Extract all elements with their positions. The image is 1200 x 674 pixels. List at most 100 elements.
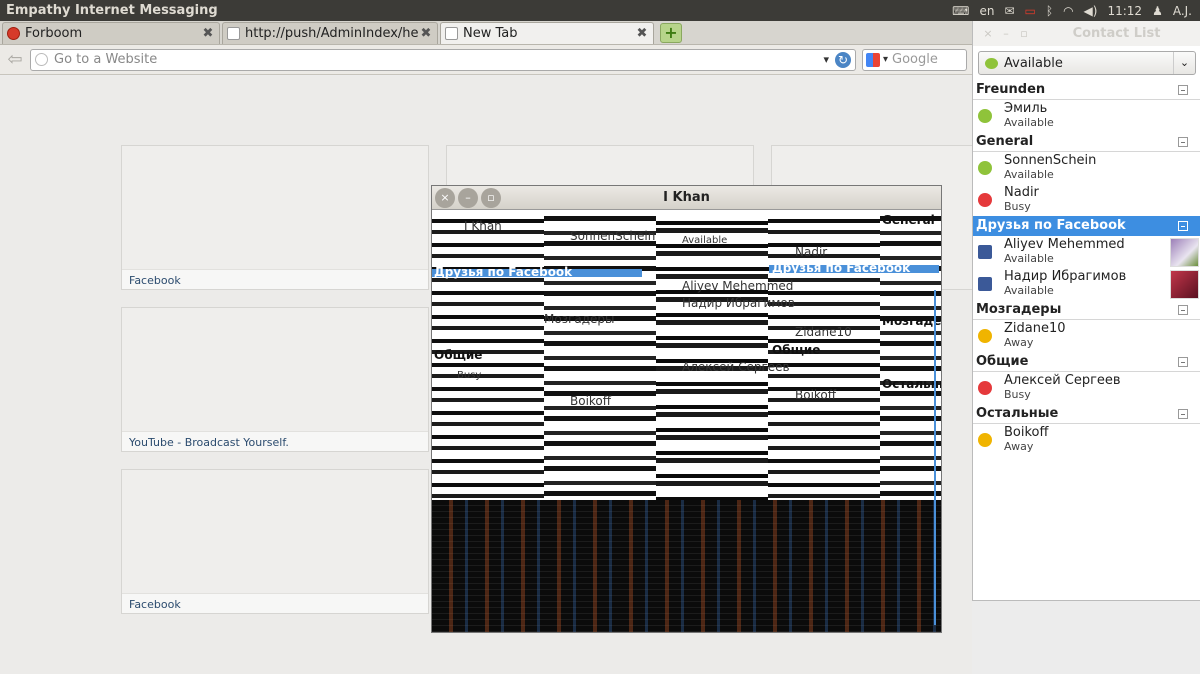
contact-group-name[interactable]: Друзья по Facebook bbox=[976, 218, 1178, 233]
presence-value[interactable]: Available bbox=[1004, 56, 1173, 71]
chevron-down-icon[interactable]: ▾ bbox=[883, 54, 888, 65]
glitch-text: SonnenSchein bbox=[570, 229, 656, 243]
battery-icon[interactable]: ▭ bbox=[1025, 4, 1036, 18]
contact-row[interactable]: Эмиль Available bbox=[973, 100, 1200, 132]
speed-dial-label[interactable]: Facebook bbox=[122, 269, 428, 289]
minimize-icon[interactable]: – bbox=[458, 187, 478, 208]
glitch-text: Алексей Сергеев bbox=[682, 360, 790, 374]
contact-group-name[interactable]: General bbox=[976, 134, 1178, 149]
maximize-icon[interactable]: ▫ bbox=[481, 187, 501, 208]
keyboard-layout[interactable]: en bbox=[979, 4, 994, 18]
contact-group-name[interactable]: Общие bbox=[976, 354, 1178, 369]
contact-row[interactable]: Aliyev Mehemmed Available bbox=[973, 236, 1200, 268]
contact-name: Aliyev Mehemmed bbox=[1004, 237, 1125, 252]
wifi-icon[interactable]: ◠ bbox=[1063, 4, 1073, 18]
contact-text: Boikoff Away bbox=[1004, 426, 1048, 454]
new-tab-button[interactable]: + bbox=[660, 23, 682, 43]
speed-dial-tile[interactable]: Facebook bbox=[121, 469, 429, 614]
glitch-text: Nadir bbox=[795, 245, 828, 259]
user-icon[interactable]: ♟ bbox=[1152, 4, 1163, 18]
collapse-icon[interactable] bbox=[1178, 356, 1188, 367]
glitch-column bbox=[656, 210, 768, 500]
top-panel: Empathy Internet Messaging ⌨ en ✉ ▭ ᛒ ◠ … bbox=[0, 0, 1200, 21]
contact-group-name[interactable]: Остальные bbox=[976, 406, 1178, 421]
collapse-icon[interactable] bbox=[1178, 84, 1188, 95]
reload-icon[interactable]: ↻ bbox=[835, 51, 851, 68]
volume-icon[interactable]: ◀) bbox=[1084, 4, 1098, 18]
app-title: Empathy Internet Messaging bbox=[6, 3, 218, 18]
keyboard-icon[interactable]: ⌨ bbox=[952, 4, 969, 18]
chevron-down-icon[interactable]: ▾ bbox=[823, 53, 829, 66]
contact-group-name[interactable]: Мозгадеры bbox=[976, 302, 1178, 317]
minimize-icon[interactable]: – bbox=[997, 27, 1015, 40]
chat-bubble-icon bbox=[978, 381, 992, 395]
contact-name: Boikoff bbox=[1004, 425, 1049, 440]
collapse-icon[interactable] bbox=[1178, 408, 1188, 419]
chat-bubble-icon bbox=[985, 57, 998, 69]
url-placeholder[interactable]: Go to a Website bbox=[54, 52, 823, 67]
contact-group-name[interactable]: Freunden bbox=[976, 82, 1178, 97]
contact-group-header[interactable]: Остальные bbox=[973, 404, 1200, 424]
search-engine-icon[interactable] bbox=[866, 52, 880, 67]
close-tab-icon[interactable]: ✖ bbox=[201, 26, 215, 41]
tab-admin-index[interactable]: http://push/AdminIndex/hehe ✖ bbox=[222, 22, 438, 44]
chevron-down-icon[interactable]: ⌄ bbox=[1173, 52, 1195, 74]
close-tab-icon[interactable]: ✖ bbox=[635, 26, 649, 41]
contact-group-header[interactable]: Freunden bbox=[973, 80, 1200, 100]
collapse-icon[interactable] bbox=[1178, 304, 1188, 315]
contact-row[interactable]: Надир Ибрагимов Available bbox=[973, 268, 1200, 300]
user-name[interactable]: A.J. bbox=[1173, 4, 1192, 18]
contact-group-header[interactable]: General bbox=[973, 132, 1200, 152]
contact-group-header[interactable]: Друзья по Facebook bbox=[973, 216, 1200, 236]
contact-text: SonnenSchein Available bbox=[1004, 154, 1096, 182]
contact-row[interactable]: Boikoff Away bbox=[973, 424, 1200, 456]
glitched-chat-body: I Khan SonnenSchein Available Nadir Друз… bbox=[432, 210, 941, 632]
url-bar[interactable]: Go to a Website ▾ ↻ bbox=[30, 48, 856, 71]
search-bar[interactable]: ▾ Google bbox=[862, 48, 967, 71]
glitch-text: Мозгадеры bbox=[544, 312, 615, 326]
avatar bbox=[1170, 238, 1199, 267]
contact-list-window: × – ▫ Contact List Available ⌄ Freunden Э… bbox=[972, 21, 1200, 601]
speed-dial-label[interactable]: YouTube - Broadcast Yourself. bbox=[122, 431, 428, 451]
contact-group-header[interactable]: Мозгадеры bbox=[973, 300, 1200, 320]
glitch-text: Друзья по Facebook bbox=[772, 261, 911, 275]
contact-row[interactable]: Nadir Busy bbox=[973, 184, 1200, 216]
speed-dial-tile[interactable]: YouTube - Broadcast Yourself. bbox=[121, 307, 429, 452]
tab-forboom[interactable]: Forboom ✖ bbox=[2, 22, 220, 44]
close-tab-icon[interactable]: ✖ bbox=[419, 26, 433, 41]
contact-list-title: Contact List bbox=[1072, 26, 1161, 41]
presence-select[interactable]: Available ⌄ bbox=[978, 51, 1196, 75]
search-placeholder[interactable]: Google bbox=[892, 52, 938, 67]
chat-title: I Khan bbox=[663, 190, 710, 205]
chat-bubble-icon bbox=[978, 329, 992, 343]
contact-row[interactable]: SonnenSchein Available bbox=[973, 152, 1200, 184]
close-icon[interactable]: × bbox=[435, 187, 455, 208]
collapse-icon[interactable] bbox=[1178, 220, 1188, 231]
tab-new-tab[interactable]: New Tab ✖ bbox=[440, 22, 654, 44]
glitch-noise bbox=[432, 500, 941, 632]
chat-window: × – ▫ I Khan I Khan SonnenSchein Availab… bbox=[431, 185, 942, 633]
contact-row[interactable]: Zidane10 Away bbox=[973, 320, 1200, 352]
glitch-text: General bbox=[882, 213, 935, 227]
facebook-icon bbox=[978, 277, 992, 291]
scrollbar[interactable] bbox=[934, 290, 936, 625]
clock[interactable]: 11:12 bbox=[1107, 4, 1142, 18]
contact-group-header[interactable]: Общие bbox=[973, 352, 1200, 372]
contact-list-title-bar: × – ▫ Contact List bbox=[973, 21, 1200, 46]
speed-dial-label[interactable]: Facebook bbox=[122, 593, 428, 613]
speed-dial-tile[interactable]: Facebook bbox=[121, 145, 429, 290]
glitch-text: Общие bbox=[434, 348, 483, 362]
glitch-text: Busy bbox=[457, 370, 482, 381]
mail-icon[interactable]: ✉ bbox=[1004, 4, 1014, 18]
glitch-text: Мозгадеры bbox=[882, 314, 941, 328]
maximize-icon[interactable]: ▫ bbox=[1015, 27, 1033, 40]
contact-status: Available bbox=[1004, 252, 1054, 265]
collapse-icon[interactable] bbox=[1178, 136, 1188, 147]
back-arrow-icon[interactable]: ⇦ bbox=[0, 49, 30, 70]
page-icon bbox=[445, 27, 458, 40]
contact-name: Nadir bbox=[1004, 185, 1039, 200]
contact-row[interactable]: Алексей Сергеев Busy bbox=[973, 372, 1200, 404]
close-icon[interactable]: × bbox=[979, 27, 997, 40]
bluetooth-icon[interactable]: ᛒ bbox=[1046, 4, 1053, 18]
glitch-text: Друзья по Facebook bbox=[434, 265, 573, 279]
